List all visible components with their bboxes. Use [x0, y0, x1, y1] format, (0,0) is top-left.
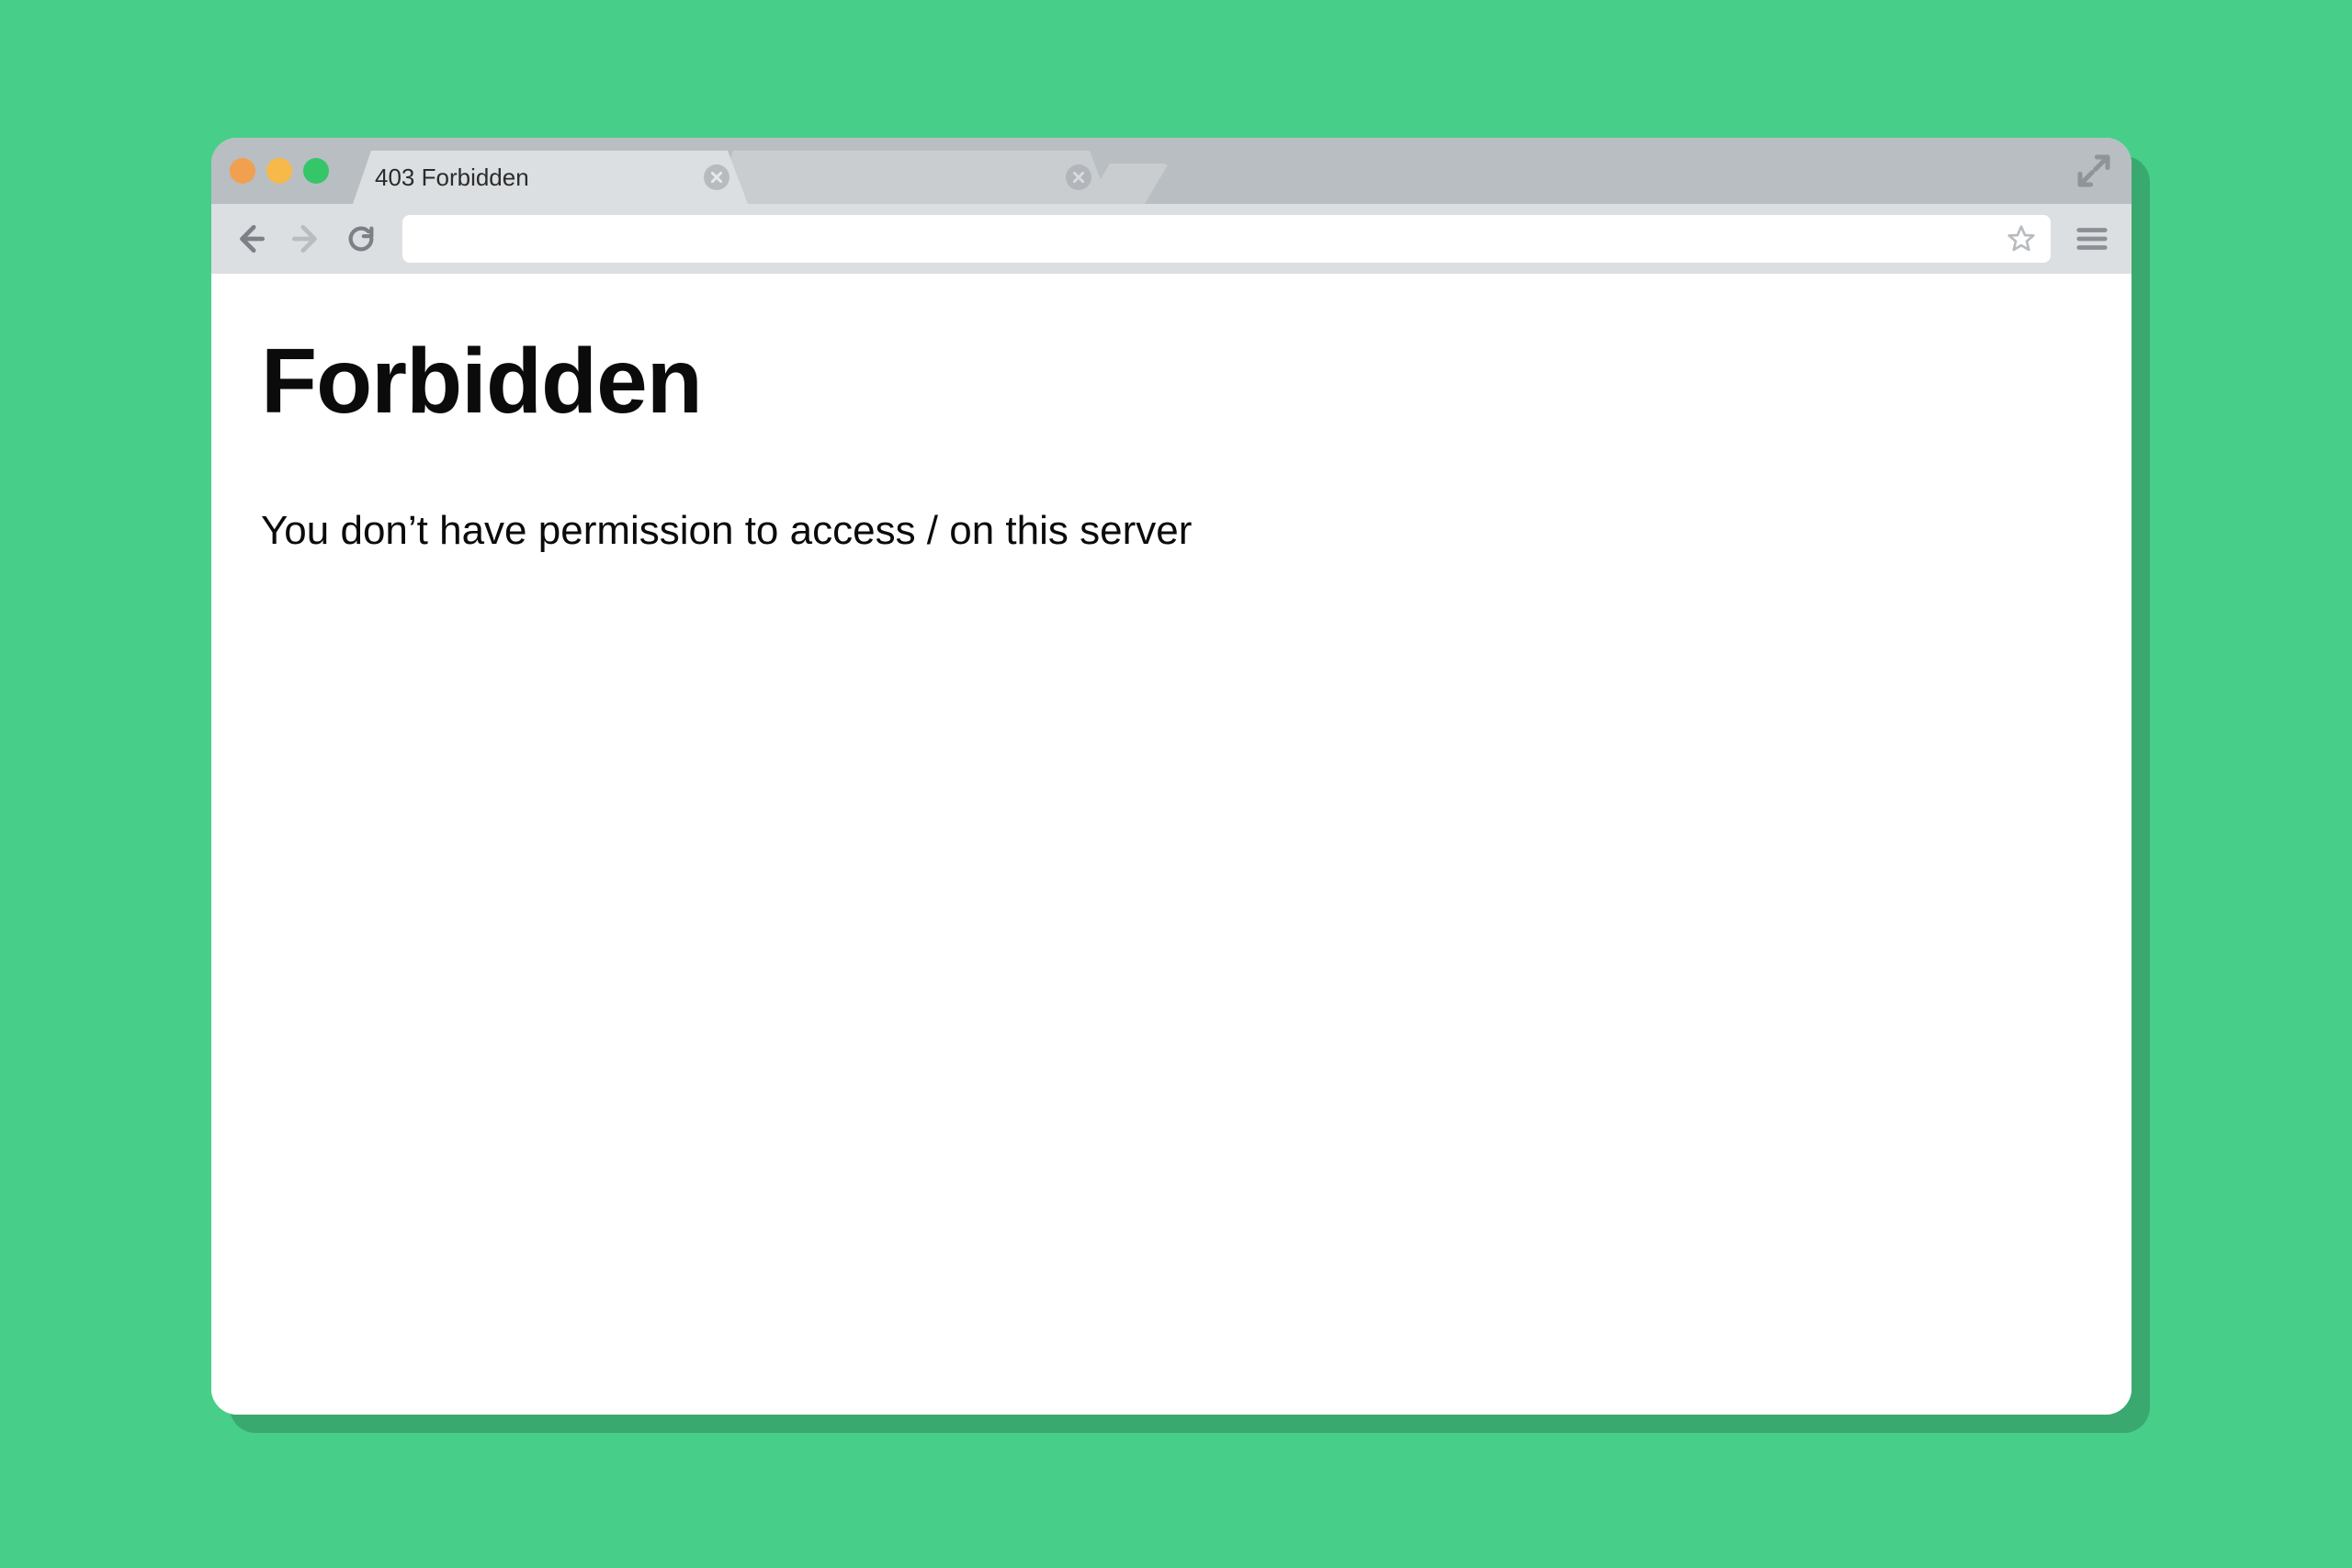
tab-strip: 403 Forbidden	[211, 138, 2132, 204]
tabs: 403 Forbidden	[353, 138, 1169, 204]
window-controls	[230, 158, 329, 184]
window-minimize-button[interactable]	[266, 158, 292, 184]
toolbar	[211, 204, 2132, 274]
tab-active[interactable]: 403 Forbidden	[353, 151, 748, 204]
new-tab-button[interactable]	[1086, 164, 1169, 204]
back-button[interactable]	[228, 216, 274, 262]
reload-button[interactable]	[338, 216, 384, 262]
tab-title: 403 Forbidden	[375, 164, 704, 192]
bookmark-star-icon[interactable]	[2005, 222, 2038, 255]
forward-button[interactable]	[283, 216, 329, 262]
error-heading: Forbidden	[261, 329, 2082, 434]
menu-button[interactable]	[2069, 216, 2115, 262]
tab-close-icon[interactable]	[1066, 164, 1091, 190]
page-viewport: Forbidden You don’t have permission to a…	[211, 274, 2132, 1415]
tab-inactive[interactable]	[715, 151, 1110, 204]
stage: 403 Forbidden	[0, 0, 2352, 1568]
window-zoom-button[interactable]	[303, 158, 329, 184]
expand-window-icon[interactable]	[2073, 150, 2115, 192]
error-message: You don’t have permission to access / on…	[261, 508, 2082, 554]
address-input[interactable]	[415, 226, 2005, 252]
browser-window: 403 Forbidden	[211, 138, 2132, 1415]
tab-close-icon[interactable]	[704, 164, 729, 190]
window-close-button[interactable]	[230, 158, 255, 184]
address-bar[interactable]	[402, 215, 2051, 263]
